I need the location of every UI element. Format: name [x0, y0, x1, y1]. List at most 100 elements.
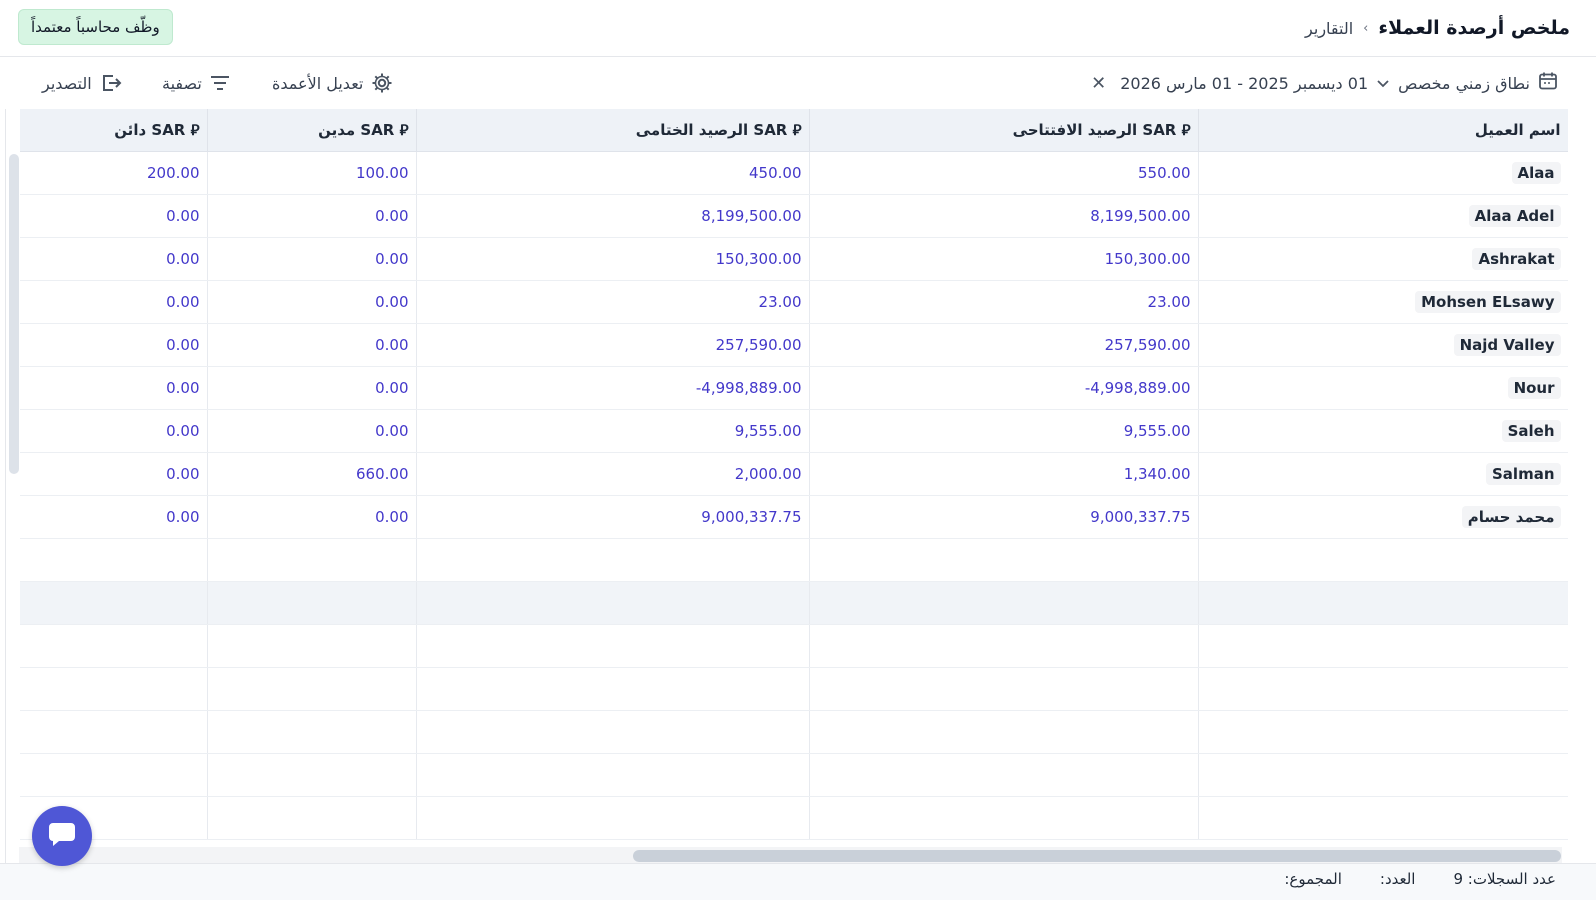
column-header-opening-balance[interactable]: الرصيد الافتتاحى SAR ⃁: [809, 109, 1199, 152]
customer-name-cell: محمد حسام: [1198, 495, 1568, 539]
empty-row: [20, 753, 1568, 797]
customer-name-cell: Nour: [1198, 366, 1568, 410]
table-row[interactable]: 0.00 0.00 257,590.00 257,590.00 Najd Valley: [20, 323, 1568, 367]
credit-cell: 0.00: [20, 366, 208, 410]
export-label: التصدير: [42, 73, 92, 93]
closing-balance-cell: -4,998,889.00: [416, 366, 810, 410]
debit-cell: 0.00: [207, 194, 417, 238]
opening-balance-cell: 550.00: [809, 151, 1199, 195]
customer-name-cell: Mohsen ELsawy: [1198, 280, 1568, 324]
customer-name[interactable]: Mohsen ELsawy: [1415, 291, 1561, 313]
toolbar: التصدير تصفية تعديل الأعمدة نطاق زمني مخ…: [0, 57, 1596, 109]
date-range-picker[interactable]: نطاق زمني مخصص 01 ديسمبر 2025 - 01 مارس …: [1091, 69, 1558, 97]
debit-cell: 0.00: [207, 495, 417, 539]
customer-name-cell: Saleh: [1198, 409, 1568, 453]
closing-balance-cell: 2,000.00: [416, 452, 810, 496]
customer-balances-table: دائن SAR ⃁ مدين SAR ⃁ الرصيد الختامى SAR…: [20, 109, 1568, 840]
credit-cell: 0.00: [20, 323, 208, 367]
grid-footer: عدد السجلات: 9 العدد: المجموع:: [0, 863, 1596, 900]
customer-name[interactable]: Alaa: [1511, 162, 1561, 184]
credit-cell: 200.00: [20, 151, 208, 195]
breadcrumb-reports-link[interactable]: التقارير: [1305, 19, 1353, 38]
table-row[interactable]: 0.00 0.00 23.00 23.00 Mohsen ELsawy: [20, 280, 1568, 324]
closing-balance-cell: 9,000,337.75: [416, 495, 810, 539]
filter-icon: [210, 75, 230, 91]
table-row[interactable]: 0.00 0.00 -4,998,889.00 -4,998,889.00 Nour: [20, 366, 1568, 410]
footer-stats: عدد السجلات: 9 العدد: المجموع:: [1284, 870, 1556, 888]
filter-button[interactable]: تصفية: [162, 70, 230, 96]
customer-name-cell: Ashrakat: [1198, 237, 1568, 281]
column-header-closing-balance[interactable]: الرصيد الختامى SAR ⃁: [416, 109, 810, 152]
table-row[interactable]: 0.00 660.00 2,000.00 1,340.00 Salman: [20, 452, 1568, 496]
table-row[interactable]: 0.00 0.00 9,000,337.75 9,000,337.75 محمد حسا…: [20, 495, 1568, 539]
vertical-scrollbar[interactable]: [9, 154, 19, 474]
table-row[interactable]: 0.00 0.00 150,300.00 150,300.00 Ashrakat: [20, 237, 1568, 281]
debit-cell: 0.00: [207, 409, 417, 453]
footer-records: عدد السجلات: 9: [1453, 870, 1556, 888]
closing-balance-cell: 23.00: [416, 280, 810, 324]
customer-name[interactable]: Saleh: [1501, 420, 1561, 442]
opening-balance-cell: 257,590.00: [809, 323, 1199, 367]
date-range-label: نطاق زمني مخصص: [1398, 73, 1530, 93]
top-bar: التقارير › ملخص أرصدة العملاء وظّف محاسب…: [0, 0, 1596, 57]
customer-name[interactable]: Ashrakat: [1472, 248, 1561, 270]
empty-row: [20, 667, 1568, 711]
empty-row: [20, 538, 1568, 582]
column-header-debit[interactable]: مدين SAR ⃁: [207, 109, 417, 152]
opening-balance-cell: 9,555.00: [809, 409, 1199, 453]
customer-name[interactable]: Salman: [1486, 463, 1561, 485]
page-title: ملخص أرصدة العملاء: [1378, 17, 1570, 39]
close-icon[interactable]: ✕: [1091, 73, 1106, 94]
column-header-credit[interactable]: دائن SAR ⃁: [20, 109, 208, 152]
date-range-value: 01 ديسمبر 2025 - 01 مارس 2026: [1120, 73, 1369, 93]
column-header-customer-name[interactable]: اسم العميل: [1198, 109, 1568, 152]
credit-cell: 0.00: [20, 194, 208, 238]
breadcrumb-separator: ›: [1363, 20, 1369, 36]
footer-count: العدد:: [1379, 870, 1416, 888]
opening-balance-cell: 8,199,500.00: [809, 194, 1199, 238]
debit-cell: 660.00: [207, 452, 417, 496]
closing-balance-cell: 257,590.00: [416, 323, 810, 367]
horizontal-scrollbar-thumb[interactable]: [633, 850, 1561, 862]
export-icon: [100, 73, 122, 93]
table-row[interactable]: 0.00 0.00 9,555.00 9,555.00 Saleh: [20, 409, 1568, 453]
customer-name-cell: Alaa: [1198, 151, 1568, 195]
customer-name[interactable]: محمد حسام: [1461, 506, 1561, 528]
debit-cell: 0.00: [207, 280, 417, 324]
edit-columns-button[interactable]: تعديل الأعمدة: [272, 70, 393, 96]
credit-cell: 0.00: [20, 237, 208, 281]
filter-label: تصفية: [162, 73, 202, 93]
customer-name-cell: Alaa Adel: [1198, 194, 1568, 238]
table-row[interactable]: 200.00 100.00 450.00 550.00 Alaa: [20, 151, 1568, 195]
opening-balance-cell: 9,000,337.75: [809, 495, 1199, 539]
data-grid: دائن SAR ⃁ مدين SAR ⃁ الرصيد الختامى SAR…: [5, 109, 1568, 863]
chat-icon: [47, 820, 77, 852]
calendar-icon: [1538, 71, 1558, 95]
chat-button[interactable]: [32, 806, 92, 866]
empty-row: [20, 796, 1568, 840]
debit-cell: 0.00: [207, 323, 417, 367]
footer-total: المجموع:: [1284, 870, 1342, 888]
hire-accountant-button[interactable]: وظّف محاسباً معتمداً: [18, 9, 173, 45]
breadcrumb: التقارير › ملخص أرصدة العملاء: [1305, 14, 1570, 42]
credit-cell: 0.00: [20, 409, 208, 453]
debit-cell: 0.00: [207, 366, 417, 410]
export-button[interactable]: التصدير: [42, 70, 122, 96]
credit-cell: 0.00: [20, 280, 208, 324]
customer-name[interactable]: Nour: [1507, 377, 1561, 399]
customer-name[interactable]: Najd Valley: [1453, 334, 1561, 356]
closing-balance-cell: 9,555.00: [416, 409, 810, 453]
debit-cell: 100.00: [207, 151, 417, 195]
closing-balance-cell: 8,199,500.00: [416, 194, 810, 238]
table-header-row: دائن SAR ⃁ مدين SAR ⃁ الرصيد الختامى SAR…: [20, 109, 1568, 152]
opening-balance-cell: 1,340.00: [809, 452, 1199, 496]
empty-row: [20, 624, 1568, 668]
edit-columns-label: تعديل الأعمدة: [272, 73, 364, 93]
credit-cell: 0.00: [20, 452, 208, 496]
credit-cell: 0.00: [20, 495, 208, 539]
empty-row: [20, 581, 1568, 625]
chevron-down-icon[interactable]: [1376, 74, 1390, 93]
customer-name[interactable]: Alaa Adel: [1468, 205, 1561, 227]
table-row[interactable]: 0.00 0.00 8,199,500.00 8,199,500.00 Alaa Ade…: [20, 194, 1568, 238]
customer-name-cell: Salman: [1198, 452, 1568, 496]
